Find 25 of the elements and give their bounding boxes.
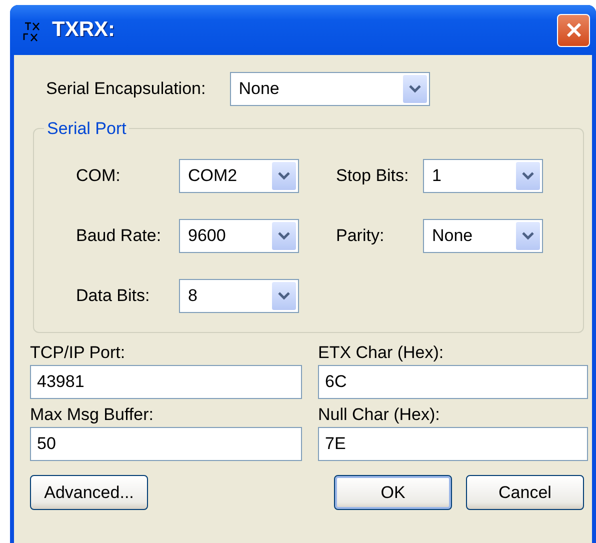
field-label: Stop Bits: bbox=[336, 166, 410, 186]
dialog-button[interactable]: Cancel bbox=[466, 475, 584, 510]
input-field[interactable]: 43981 bbox=[30, 365, 302, 399]
dropdown[interactable]: 1 bbox=[423, 159, 543, 193]
dropdown[interactable]: None bbox=[230, 72, 430, 106]
field-label: TCP/IP Port: bbox=[30, 343, 126, 363]
dropdown[interactable]: 9600 bbox=[179, 219, 299, 253]
field-label: Baud Rate: bbox=[76, 226, 162, 246]
window-title: TXRX: bbox=[52, 18, 116, 42]
input-field[interactable]: 50 bbox=[30, 427, 302, 461]
field-label: COM: bbox=[76, 166, 122, 186]
input-field[interactable]: 7E bbox=[318, 427, 588, 461]
input-field[interactable]: 6C bbox=[318, 365, 588, 399]
dropdown[interactable]: None bbox=[423, 219, 543, 253]
field-label: Parity: bbox=[336, 226, 386, 246]
field-label: Data Bits: bbox=[76, 286, 151, 306]
dropdown[interactable]: COM2 bbox=[179, 159, 299, 193]
field-label: Null Char (Hex): bbox=[318, 405, 441, 425]
field-label: Max Msg Buffer: bbox=[30, 405, 154, 425]
field-label: Serial Encapsulation: bbox=[46, 79, 206, 99]
field-label: ETX Char (Hex): bbox=[318, 343, 445, 363]
dialog-button[interactable]: Advanced... bbox=[30, 475, 148, 510]
dropdown[interactable]: 8 bbox=[179, 279, 299, 313]
close-button[interactable] bbox=[557, 14, 590, 46]
dialog-button[interactable]: OK bbox=[334, 475, 452, 510]
